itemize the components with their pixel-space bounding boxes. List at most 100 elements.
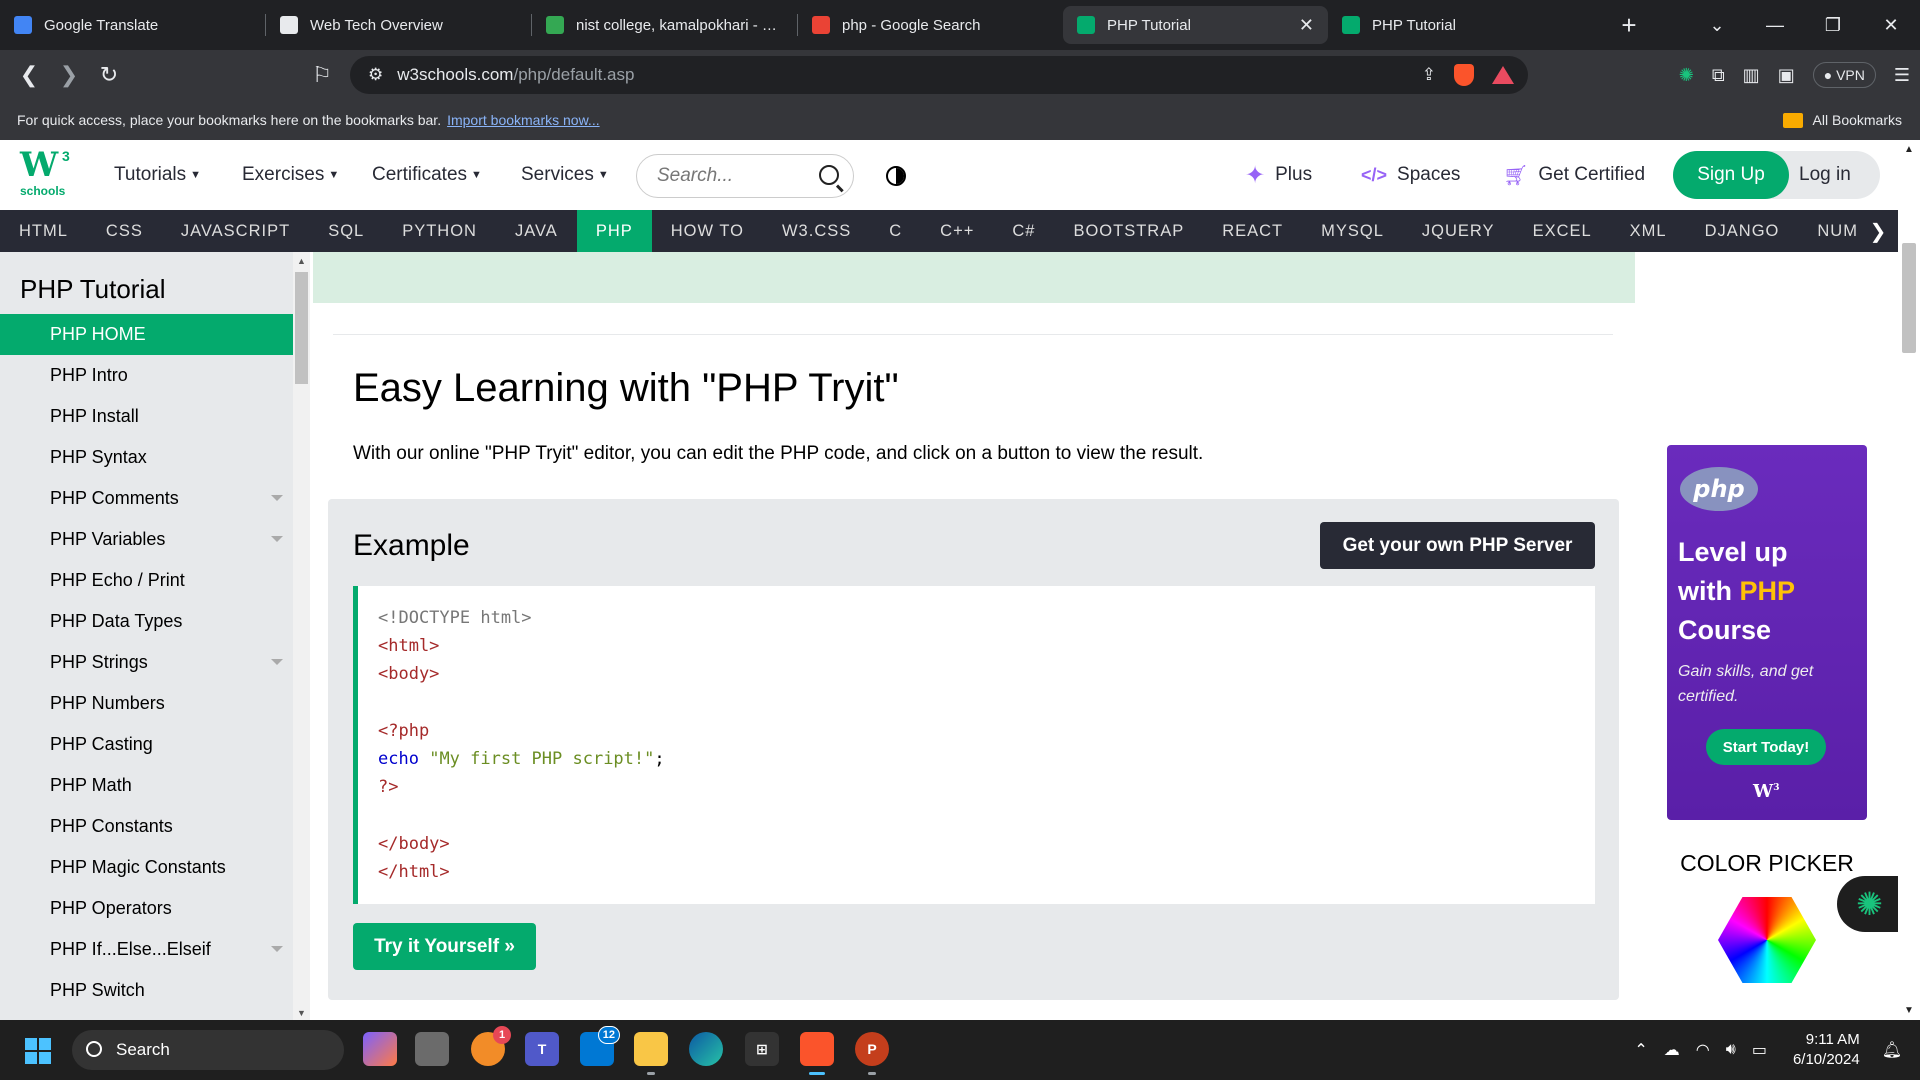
close-tab-icon[interactable]: ✕ — [1299, 15, 1314, 36]
sidebar-item[interactable]: PHP Syntax — [0, 437, 293, 478]
browser-tab[interactable]: Google Translate — [0, 6, 265, 44]
brave-rewards-icon[interactable] — [1492, 66, 1514, 84]
topnav-xml[interactable]: XML — [1611, 210, 1686, 252]
topnav-html[interactable]: HTML — [0, 210, 87, 252]
brave-taskbar-icon[interactable] — [800, 1032, 834, 1075]
onedrive-icon[interactable]: ☁ — [1664, 1040, 1680, 1060]
dark-mode-toggle-icon[interactable] — [886, 166, 906, 186]
sidebar-item[interactable]: PHP Constants — [0, 806, 293, 847]
file-explorer-icon[interactable] — [634, 1032, 668, 1075]
teams-icon[interactable]: T — [525, 1032, 559, 1066]
menu-icon[interactable]: ☰ — [1894, 65, 1910, 86]
store-icon[interactable]: ⊞ — [745, 1032, 779, 1066]
topnav-css[interactable]: CSS — [87, 210, 162, 252]
sidebar-toggle-icon[interactable]: ▥ — [1743, 65, 1760, 86]
browser-tab[interactable]: PHP Tutorial ✕ — [1063, 6, 1328, 44]
sidebar-item[interactable]: PHP Echo / Print — [0, 560, 293, 601]
search-input[interactable]: Search... — [636, 154, 854, 198]
browser-tab[interactable]: PHP Tutorial — [1328, 6, 1593, 44]
sidebar-item[interactable]: PHP HOME — [0, 314, 293, 355]
topnav-bootstrap[interactable]: BOOTSTRAP — [1054, 210, 1203, 252]
sidebar-item[interactable]: PHP Casting — [0, 724, 293, 765]
spaces-link[interactable]: </> Spaces — [1361, 140, 1460, 210]
notifications-bell-icon[interactable]: 🔔︎ — [1882, 1040, 1902, 1060]
search-icon[interactable] — [819, 165, 839, 185]
page-scroll-thumb[interactable] — [1902, 243, 1916, 353]
extensions-icon[interactable]: ⧉ — [1712, 65, 1725, 86]
chatgpt-floating-icon[interactable]: ✺ — [1837, 876, 1902, 932]
url-field[interactable]: ⚙ w3schools.com/php/default.asp ⇪ — [350, 56, 1528, 94]
expand-caret-icon[interactable] — [271, 536, 283, 542]
w3schools-logo[interactable]: W 3 schools — [20, 148, 76, 202]
tray-overflow-chevron-icon[interactable]: ⌃ — [1634, 1040, 1647, 1060]
topnav-python[interactable]: PYTHON — [383, 210, 496, 252]
bookmark-icon[interactable]: ⚐ — [302, 62, 342, 88]
task-view-icon[interactable] — [415, 1032, 449, 1066]
menu-certificates[interactable]: Certificates ▼ — [372, 140, 482, 210]
sidebar-item[interactable]: PHP Data Types — [0, 601, 293, 642]
expand-caret-icon[interactable] — [271, 659, 283, 665]
try-it-yourself-button[interactable]: Try it Yourself » — [353, 923, 536, 970]
scroll-down-icon[interactable]: ▼ — [297, 1008, 306, 1018]
browser-tab[interactable]: php - Google Search — [798, 6, 1063, 44]
page-scroll-down-icon[interactable]: ▼ — [1904, 1005, 1914, 1016]
scroll-up-icon[interactable]: ▲ — [297, 256, 306, 266]
minimize-button[interactable]: — — [1746, 15, 1804, 36]
topnav-c-[interactable]: C# — [993, 210, 1054, 252]
battery-icon[interactable]: ▭ — [1752, 1040, 1767, 1060]
log-in-button[interactable]: Log in — [1799, 151, 1851, 199]
menu-services[interactable]: Services ▼ — [521, 140, 609, 210]
sidebar-item[interactable]: PHP Install — [0, 396, 293, 437]
get-certified-link[interactable]: 🛒︎ Get Certified — [1503, 140, 1645, 210]
copilot-icon[interactable] — [363, 1032, 397, 1066]
tab-search-chevron-icon[interactable]: ⌄ — [1688, 15, 1746, 36]
powerpoint-icon[interactable]: P — [855, 1032, 889, 1075]
sidebar-scroll-thumb[interactable] — [295, 272, 308, 384]
topnav-how-to[interactable]: HOW TO — [652, 210, 763, 252]
sign-up-button[interactable]: Sign Up — [1673, 151, 1789, 199]
sidebar-item[interactable]: PHP Operators — [0, 888, 293, 929]
menu-exercises[interactable]: Exercises ▼ — [242, 140, 339, 210]
sidebar-item[interactable]: PHP Math — [0, 765, 293, 806]
topnav-php[interactable]: PHP — [576, 210, 652, 252]
expand-caret-icon[interactable] — [271, 495, 283, 501]
sidebar-item[interactable]: PHP Strings — [0, 642, 293, 683]
new-tab-button[interactable]: + — [1607, 10, 1651, 41]
expand-caret-icon[interactable] — [271, 946, 283, 952]
sidebar-item[interactable]: PHP If...Else...Elseif — [0, 929, 293, 970]
browser-tab[interactable]: Web Tech Overview — [266, 6, 531, 44]
topnav-java[interactable]: JAVA — [496, 210, 577, 252]
topnav-jquery[interactable]: JQUERY — [1403, 210, 1514, 252]
forward-button[interactable]: ❯ — [49, 62, 89, 88]
outlook-icon[interactable]: 1 — [471, 1026, 511, 1066]
mail-icon[interactable]: 12 — [580, 1026, 620, 1066]
topnav-react[interactable]: REACT — [1203, 210, 1302, 252]
topnav-mysql[interactable]: MYSQL — [1302, 210, 1403, 252]
restore-button[interactable]: ❐ — [1804, 15, 1862, 36]
topnav-c-[interactable]: C++ — [921, 210, 993, 252]
start-today-button[interactable]: Start Today! — [1706, 729, 1826, 765]
topnav-django[interactable]: DJANGO — [1686, 210, 1799, 252]
sidebar-scrollbar[interactable]: ▲ ▼ — [293, 252, 310, 1020]
sidebar-item[interactable]: PHP Variables — [0, 519, 293, 560]
menu-tutorials[interactable]: Tutorials ▼ — [114, 140, 201, 210]
vpn-button[interactable]: ● VPN — [1812, 62, 1876, 88]
share-icon[interactable]: ⇪ — [1422, 65, 1436, 85]
wallet-icon[interactable]: ▣ — [1778, 65, 1795, 86]
taskbar-clock[interactable]: 9:11 AM 6/10/2024 — [1793, 1030, 1860, 1070]
site-info-icon[interactable]: ⚙ — [368, 65, 383, 85]
close-window-button[interactable]: ✕ — [1862, 15, 1920, 36]
brave-shields-icon[interactable] — [1454, 64, 1474, 86]
sidebar-item[interactable]: PHP Switch — [0, 970, 293, 1011]
sidebar-item[interactable]: PHP Numbers — [0, 683, 293, 724]
plus-link[interactable]: ✦ Plus — [1245, 140, 1312, 210]
wifi-icon[interactable]: ◠ — [1696, 1040, 1710, 1060]
topnav-javascript[interactable]: JAVASCRIPT — [162, 210, 309, 252]
reload-button[interactable]: ↻ — [89, 62, 129, 88]
edge-icon[interactable] — [689, 1032, 723, 1066]
taskbar-search[interactable]: Search — [72, 1030, 344, 1070]
volume-icon[interactable]: 🔊︎ — [1726, 1041, 1736, 1059]
topnav-c[interactable]: C — [870, 210, 921, 252]
topnav-excel[interactable]: EXCEL — [1514, 210, 1611, 252]
sidebar-item[interactable]: PHP Intro — [0, 355, 293, 396]
